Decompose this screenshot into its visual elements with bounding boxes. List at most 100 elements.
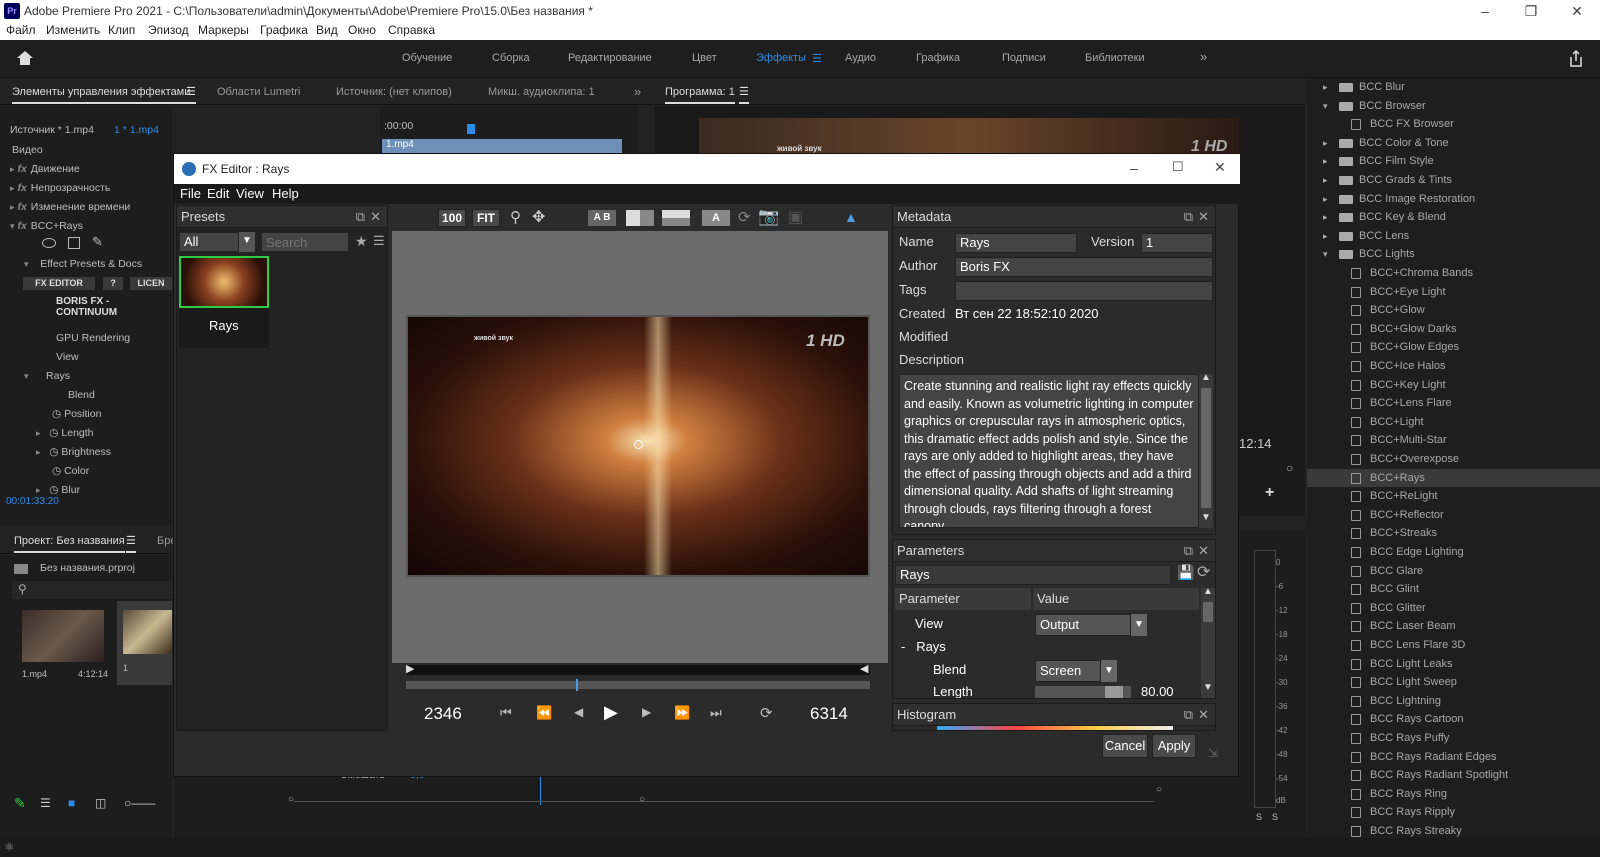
effects-browser-item[interactable]: BCC+Light bbox=[1307, 413, 1600, 431]
zoom-icon[interactable]: ⚲ bbox=[510, 208, 521, 226]
stopwatch-icon[interactable]: ◷ bbox=[49, 484, 58, 494]
effects-browser-item[interactable]: BCC Rays Radiant Spotlight bbox=[1307, 766, 1600, 784]
fx-editor-button[interactable]: FX EDITOR bbox=[23, 277, 95, 290]
fx-menu-edit[interactable]: Edit bbox=[207, 186, 229, 201]
menu-markers[interactable]: Маркеры bbox=[198, 23, 249, 37]
play-icon[interactable]: ▶ bbox=[604, 702, 618, 723]
expand-arrow-icon[interactable]: ▸ bbox=[36, 447, 41, 457]
menu-clip[interactable]: Клип bbox=[108, 23, 135, 37]
workspace-menu-icon[interactable]: ☰ bbox=[812, 52, 822, 65]
solo-button-1[interactable]: S bbox=[1256, 812, 1262, 822]
expand-arrow-icon[interactable]: ▸ bbox=[10, 183, 15, 193]
menu-edit[interactable]: Изменить bbox=[46, 23, 100, 37]
tab-lumetri-scopes[interactable]: Области Lumetri bbox=[217, 86, 300, 98]
refresh-icon[interactable]: ⟳ bbox=[738, 208, 751, 226]
clip-thumbnail-1[interactable] bbox=[22, 610, 104, 662]
presets-close-icon[interactable]: ✕ bbox=[370, 206, 381, 228]
presets-filter-select[interactable]: All bbox=[179, 232, 239, 252]
close-button[interactable]: ✕ bbox=[1554, 0, 1600, 22]
param-color[interactable]: ◷ Color bbox=[52, 465, 89, 477]
effects-browser-item[interactable]: BCC+Key Light bbox=[1307, 376, 1600, 394]
fx-maximize-button[interactable]: ☐ bbox=[1172, 159, 1184, 175]
version-field[interactable]: 1 bbox=[1141, 233, 1213, 253]
parameters-close-icon[interactable]: ✕ bbox=[1198, 540, 1209, 562]
minimize-button[interactable]: – bbox=[1462, 0, 1508, 22]
split-view-icon[interactable] bbox=[626, 210, 654, 226]
more-workspaces-icon[interactable]: » bbox=[1200, 49, 1207, 64]
sequence-label[interactable]: 1 * 1.mp4 bbox=[114, 124, 159, 136]
effects-browser-item[interactable]: ▸ BCC Film Style bbox=[1307, 152, 1600, 170]
apply-button[interactable]: Apply bbox=[1152, 734, 1196, 758]
workspace-color[interactable]: Цвет bbox=[692, 52, 717, 64]
effects-browser-item[interactable]: BCC Glitter bbox=[1307, 599, 1600, 617]
effects-browser-item[interactable]: ▸ BCC Lens bbox=[1307, 227, 1600, 245]
tab-menu-icon[interactable]: ☰ bbox=[186, 85, 196, 104]
fx-minimize-button[interactable]: – bbox=[1130, 160, 1138, 176]
scroll-handle-right[interactable]: ○ bbox=[1156, 784, 1162, 795]
icon-view-icon[interactable]: ■ bbox=[68, 796, 75, 810]
pencil-icon[interactable]: ✎ bbox=[14, 795, 26, 812]
effects-browser-item[interactable]: BCC Rays Cartoon bbox=[1307, 710, 1600, 728]
effects-browser-item[interactable]: BCC Glint bbox=[1307, 580, 1600, 598]
snapshot-camera-icon[interactable]: 📷 bbox=[758, 207, 779, 227]
effects-browser-item[interactable]: ▾ BCC Browser bbox=[1307, 97, 1600, 115]
effects-browser-item[interactable]: BCC Glare bbox=[1307, 562, 1600, 580]
project-search-input[interactable] bbox=[12, 581, 172, 599]
workspace-effects[interactable]: Эффекты bbox=[756, 52, 806, 64]
effects-browser-item[interactable]: BCC Rays Ring bbox=[1307, 785, 1600, 803]
scroll-down-icon[interactable]: ▼ bbox=[1203, 682, 1213, 693]
fx-menu-help[interactable]: Help bbox=[272, 186, 299, 201]
program-menu-icon[interactable]: ☰ bbox=[739, 85, 749, 104]
fx-close-button[interactable]: ✕ bbox=[1214, 159, 1226, 176]
effect-motion[interactable]: ▸ fx Движение bbox=[10, 163, 80, 175]
tab-program[interactable]: Программа: 1 bbox=[665, 86, 735, 104]
ray-center-handle[interactable] bbox=[634, 440, 643, 449]
share-icon[interactable] bbox=[1568, 50, 1584, 68]
collapse-arrow-icon[interactable]: ▾ bbox=[1323, 245, 1328, 263]
tab-audio-clip-mixer[interactable]: Микш. аудиоклипа: 1 bbox=[488, 86, 595, 98]
effects-browser-item[interactable]: BCC Rays Ripply bbox=[1307, 803, 1600, 821]
scrub-playhead[interactable] bbox=[576, 679, 578, 691]
menu-view[interactable]: Вид bbox=[316, 23, 338, 37]
effects-browser-item[interactable]: BCC+Ice Halos bbox=[1307, 357, 1600, 375]
presets-menu-icon[interactable]: ☰ bbox=[373, 233, 385, 249]
expand-arrow-icon[interactable]: ▸ bbox=[1323, 134, 1328, 152]
split-horizontal-icon[interactable] bbox=[662, 210, 690, 226]
ab-compare-icon[interactable]: A B bbox=[588, 210, 616, 226]
expand-arrow-icon[interactable]: ▸ bbox=[10, 202, 15, 212]
effects-browser-item[interactable]: BCC Lightning bbox=[1307, 692, 1600, 710]
in-out-range[interactable] bbox=[406, 665, 870, 675]
length-slider-thumb[interactable] bbox=[1105, 686, 1123, 698]
effects-browser-item[interactable]: BCC FX Browser bbox=[1307, 115, 1600, 133]
length-value[interactable]: 80.00 bbox=[1141, 684, 1174, 698]
expand-arrow-icon[interactable]: ▸ bbox=[10, 164, 15, 174]
in-point-handle[interactable]: ▶ bbox=[406, 662, 414, 675]
effects-browser-item[interactable]: BCC Light Leaks bbox=[1307, 655, 1600, 673]
effects-browser-item[interactable]: BCC+Multi-Star bbox=[1307, 431, 1600, 449]
ellipse-mask-icon[interactable] bbox=[42, 238, 56, 248]
effects-browser-item[interactable]: BCC Rays Radiant Edges bbox=[1307, 748, 1600, 766]
collapse-arrow-icon[interactable]: ▾ bbox=[1323, 97, 1328, 115]
param-length[interactable]: ▸ ◷ Length bbox=[36, 427, 94, 439]
menu-graphics[interactable]: Графика bbox=[260, 23, 308, 37]
workspace-libraries[interactable]: Библиотеки bbox=[1085, 52, 1145, 64]
collapse-arrow-icon[interactable]: ▾ bbox=[24, 259, 29, 269]
fx-menu-view[interactable]: View bbox=[236, 186, 264, 201]
histogram-toggle-icon[interactable]: ▲ bbox=[844, 209, 858, 225]
effects-browser-item[interactable]: BCC+Rays bbox=[1307, 468, 1600, 487]
workspace-captions[interactable]: Подписи bbox=[1002, 52, 1046, 64]
end-frame[interactable]: 6314 bbox=[810, 704, 848, 724]
scroll-down-icon[interactable]: ▼ bbox=[1201, 512, 1211, 523]
param-position[interactable]: ◷ Position bbox=[52, 408, 101, 420]
cancel-button[interactable]: Cancel bbox=[1102, 734, 1148, 758]
home-icon[interactable] bbox=[16, 50, 34, 66]
program-zoom-handle[interactable]: ○ bbox=[1286, 461, 1293, 475]
expand-arrow-icon[interactable]: ▸ bbox=[1323, 152, 1328, 170]
blend-select[interactable]: Screen bbox=[1035, 660, 1101, 682]
start-frame[interactable]: 2346 bbox=[424, 704, 462, 724]
stopwatch-icon[interactable]: ◷ bbox=[49, 446, 58, 458]
histogram-close-icon[interactable]: ✕ bbox=[1198, 704, 1209, 726]
tab-source[interactable]: Источник: (нет клипов) bbox=[336, 86, 452, 98]
stopwatch-icon[interactable]: ◷ bbox=[49, 427, 58, 439]
presets-search-input[interactable] bbox=[261, 232, 349, 252]
